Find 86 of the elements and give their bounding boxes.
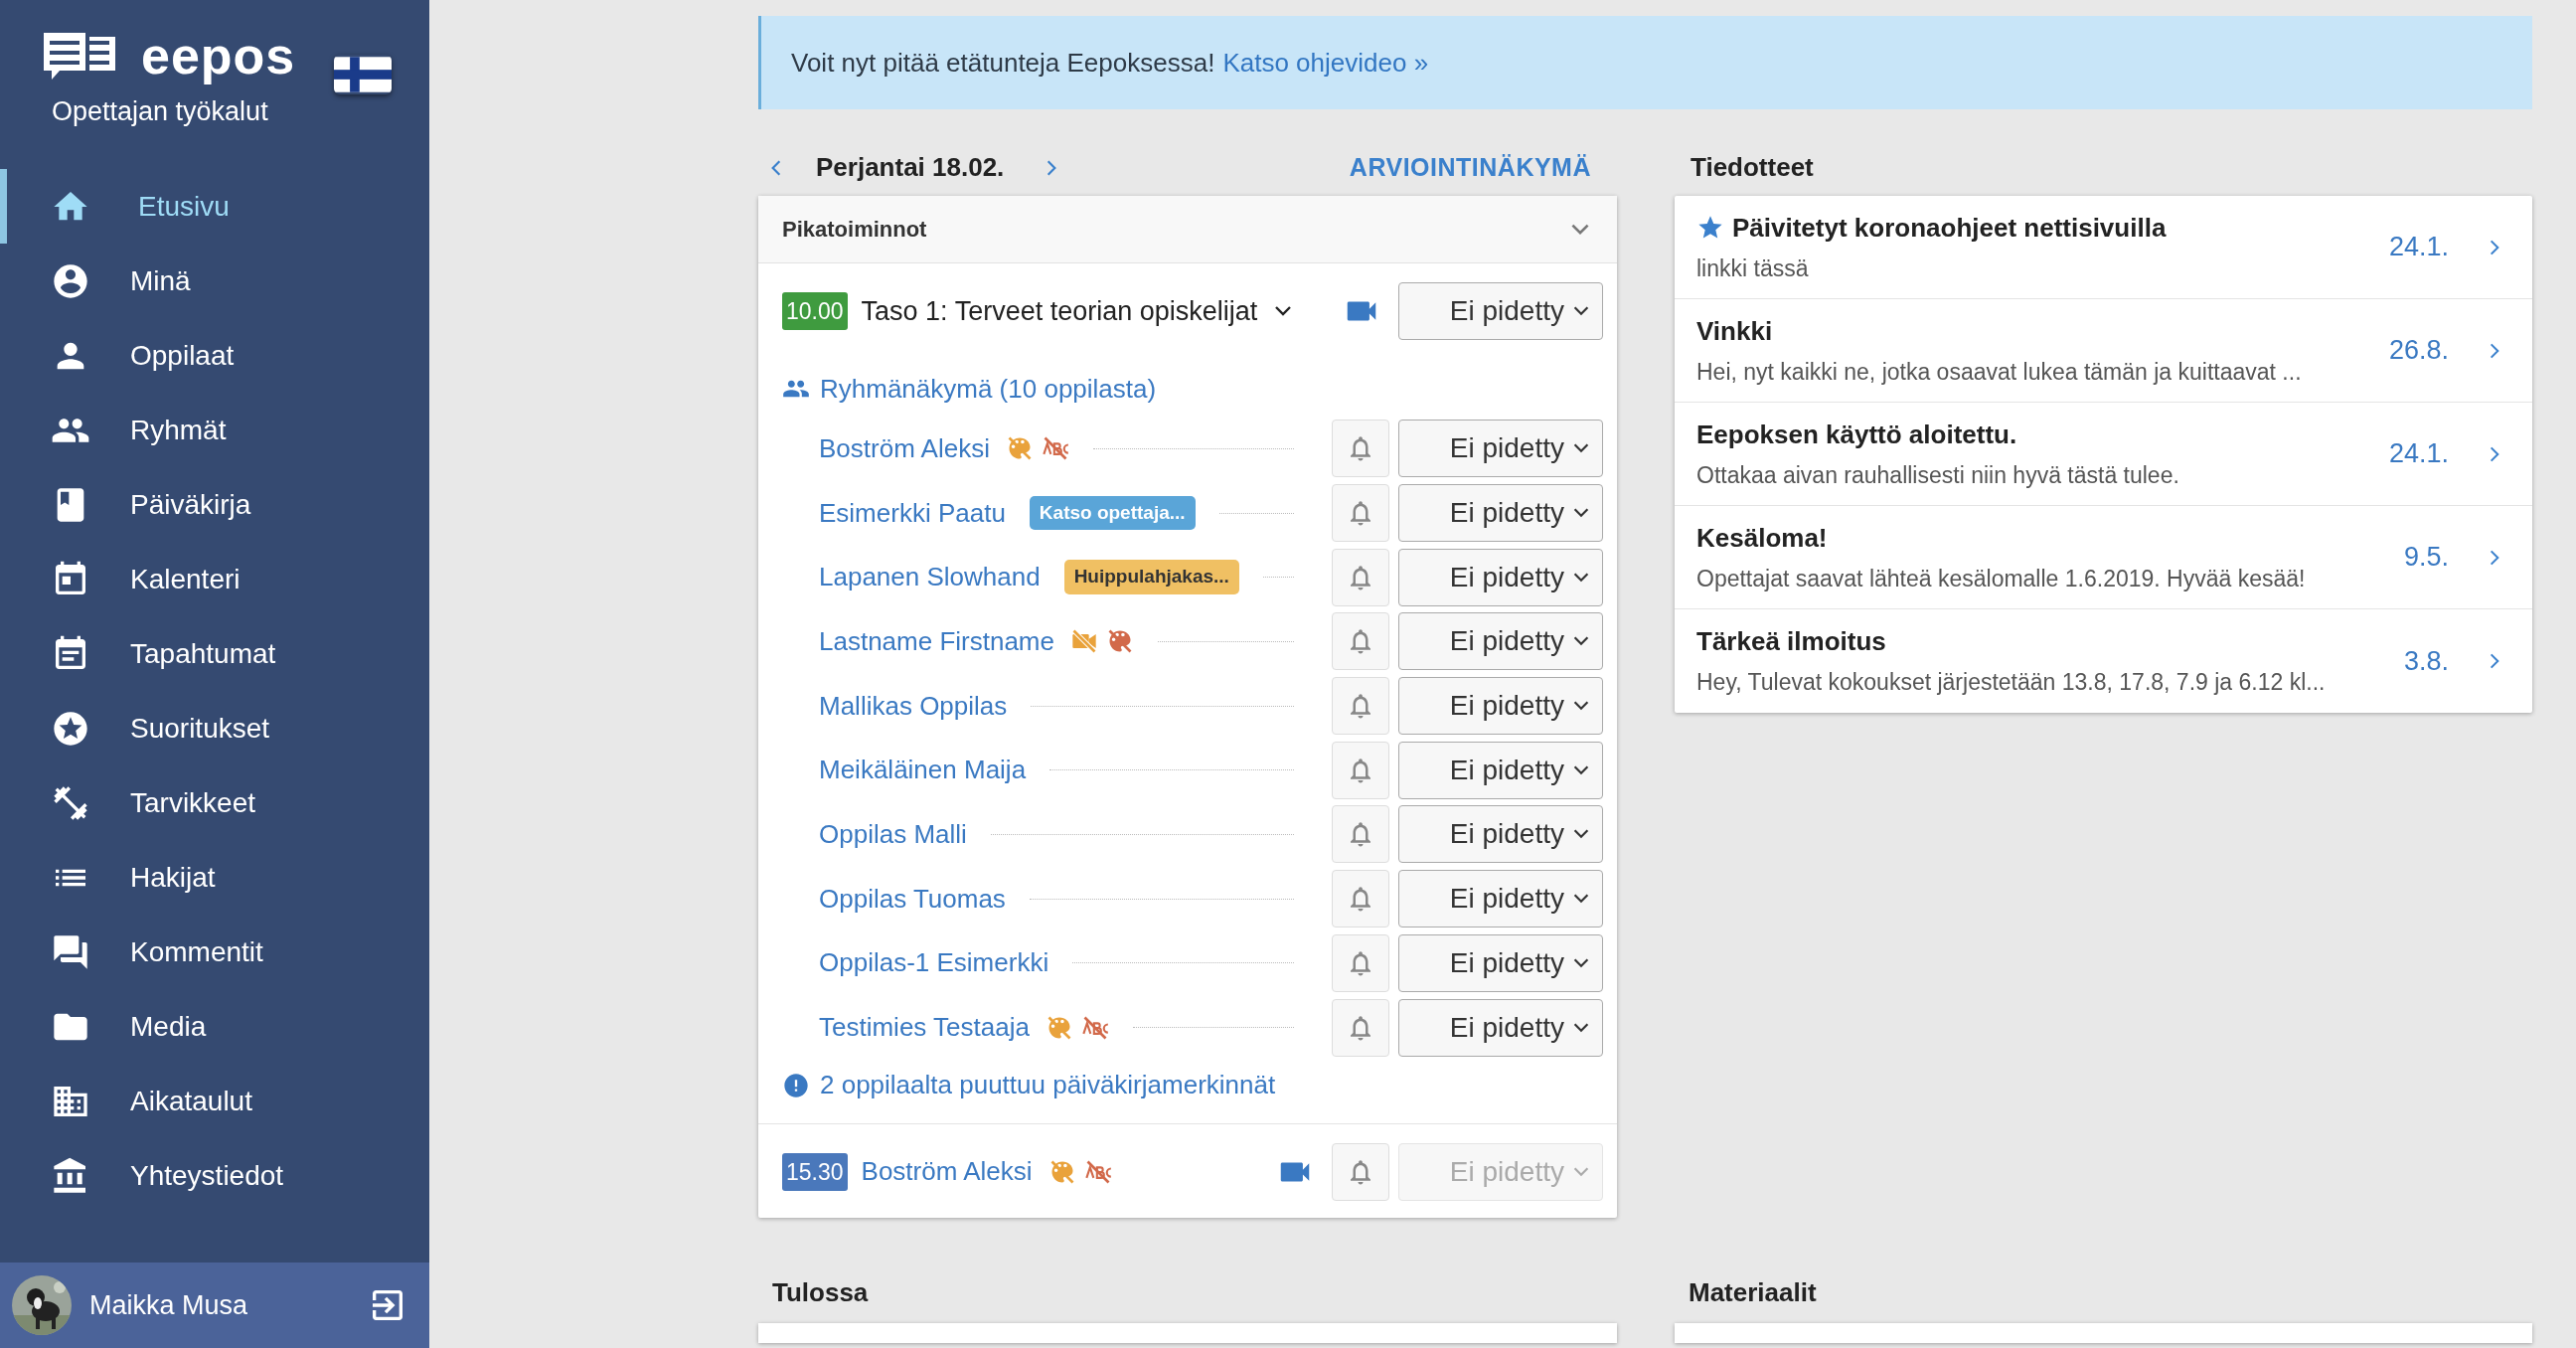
sidebar-item[interactable]: Media: [0, 989, 429, 1064]
app-subtitle: Opettajan työkalut: [52, 95, 269, 128]
student-tag: Katso opettaja...: [1029, 495, 1196, 531]
status-dropdown[interactable]: Ei pidetty: [1398, 870, 1603, 928]
section-title: Materiaalit: [1688, 1275, 1818, 1309]
announcement-date: 26.8.: [2388, 334, 2449, 368]
notify-button[interactable]: [1332, 805, 1389, 864]
announcement-date: 3.8.: [2403, 644, 2449, 678]
student-name[interactable]: Lastname Firstname: [819, 621, 1054, 661]
banner-text: Voit nyt pitää etätunteja Eepoksessa!: [791, 46, 1215, 80]
announcement-text: Ottakaa aivan rauhallisesti niin hyvä tästä tulee.: [1696, 460, 2179, 490]
status-dropdown[interactable]: Ei pidetty: [1398, 998, 1603, 1057]
notify-button[interactable]: [1332, 998, 1389, 1057]
announcement-text: Hei, nyt kaikki ne, jotka osaavat lukea tämän ja kuittaavat ...: [1696, 357, 2302, 387]
status-dropdown[interactable]: Ei pidetty: [1398, 282, 1603, 340]
sidebar-item[interactable]: Kalenteri: [0, 542, 429, 616]
notify-button[interactable]: [1332, 1142, 1389, 1201]
notify-button[interactable]: [1332, 870, 1389, 928]
student-tag: Huippulahjakas...: [1063, 560, 1239, 594]
time-badge: 10.00: [782, 291, 848, 331]
logo-icon: [42, 31, 117, 81]
announcement-title: Eepoksen käyttö aloitettu.: [1696, 418, 2017, 451]
status-dropdown[interactable]: Ei pidetty: [1398, 741, 1603, 799]
student-name[interactable]: Oppilas-1 Esimerkki: [819, 943, 1049, 983]
announcement-text: Opettajat saavat lähteä kesälomalle 1.6.2019. Hyvää kesää!: [1696, 564, 2306, 593]
sidebar-item[interactable]: Minä: [0, 244, 429, 318]
announcement-item[interactable]: Kesäloma! Opettajat saavat lähteä kesälomalle 1.6.2019. Hyvää kesää! 9.5.: [1675, 506, 2532, 609]
sidebar-item[interactable]: Tapahtumat: [0, 616, 429, 691]
announcement-title: Tärkeä ilmoitus: [1696, 625, 1886, 659]
announcement-date: 24.1.: [2388, 231, 2449, 264]
announcement-title: Päivitetyt koronaohjeet nettisivuilla: [1732, 211, 2167, 245]
sidebar-item[interactable]: Oppilaat: [0, 318, 429, 393]
status-dropdown[interactable]: Ei pidetty: [1398, 484, 1603, 543]
sidebar-item[interactable]: Aikataulut: [0, 1064, 429, 1138]
announcement-item[interactable]: Tärkeä ilmoitus Hey, Tulevat kokoukset järjestetään 13.8, 17.8, 7.9 ja 6.12 kl... 3.8.: [1675, 609, 2532, 713]
status-dropdown[interactable]: Ei pidetty: [1398, 420, 1603, 478]
notify-button[interactable]: [1332, 612, 1389, 671]
student-name[interactable]: Esimerkki Paatu: [819, 493, 1006, 533]
sidebar-item[interactable]: Tarvikkeet: [0, 765, 429, 840]
announcement-title: Kesäloma!: [1696, 521, 1828, 555]
status-dropdown[interactable]: Ei pidetty: [1398, 548, 1603, 606]
notify-button[interactable]: [1332, 420, 1389, 478]
student-name[interactable]: Lapanen Slowhand: [819, 558, 1041, 597]
student-name[interactable]: Boström Aleksi: [819, 428, 990, 468]
user-name: Maikka Musa: [89, 1288, 248, 1322]
student-name[interactable]: Mallikas Oppilas: [819, 686, 1008, 726]
notify-button[interactable]: [1332, 933, 1389, 992]
student-name[interactable]: Oppilas Malli: [819, 814, 967, 854]
lesson-title[interactable]: Taso 1: Terveet teorian opiskelijat: [861, 290, 1296, 332]
announcement-date: 9.5.: [2403, 541, 2449, 575]
finnish-flag-icon[interactable]: [334, 55, 392, 94]
section-title: Tulossa: [771, 1275, 870, 1309]
sidebar-item[interactable]: Päiväkirja: [0, 467, 429, 542]
student-name[interactable]: Testimies Testaaja: [819, 1008, 1030, 1048]
group-view-link[interactable]: Ryhmänäkymä (10 oppilasta): [820, 369, 1157, 409]
sidebar-item[interactable]: Suoritukset: [0, 691, 429, 765]
sidebar-item[interactable]: Kommentit: [0, 915, 429, 989]
student-name[interactable]: Meikäläinen Maija: [819, 751, 1027, 790]
section-title: Tiedotteet: [1690, 151, 1814, 184]
announcement-text: Hey, Tulevat kokoukset järjestetään 13.8, 17.8, 7.9 ja 6.12 kl...: [1696, 668, 2326, 698]
announcement-item[interactable]: Vinkki Hei, nyt kaikki ne, jotka osaavat lukea tämän ja kuittaavat ... 26.8.: [1675, 299, 2532, 403]
notify-button[interactable]: [1332, 548, 1389, 606]
card-title: Pikatoiminnot: [782, 216, 927, 244]
day-title: Perjantai 18.02.: [816, 151, 1005, 184]
sidebar-item[interactable]: Yhteystiedot: [0, 1138, 429, 1213]
announcement-date: 24.1.: [2388, 437, 2449, 471]
status-dropdown[interactable]: Ei pidetty: [1398, 805, 1603, 864]
video-link[interactable]: Katso ohjevideo »: [1222, 43, 1429, 83]
sidebar-item[interactable]: Ryhmät: [0, 393, 429, 467]
status-dropdown[interactable]: Ei pidetty: [1398, 677, 1603, 736]
announcement-item[interactable]: Päivitetyt koronaohjeet nettisivuilla linkki tässä 24.1.: [1675, 196, 2532, 299]
sidebar-item[interactable]: Hakijat: [0, 840, 429, 915]
notify-button[interactable]: [1332, 741, 1389, 799]
time-badge: 15.30: [782, 1152, 848, 1192]
status-dropdown[interactable]: Ei pidetty: [1398, 612, 1603, 671]
alert-icon: [782, 1071, 810, 1099]
announcement-item[interactable]: Eepoksen käyttö aloitettu. Ottakaa aivan rauhallisesti niin hyvä tästä tulee. 24.1.: [1675, 403, 2532, 506]
missing-entries-link[interactable]: 2 oppilaalta puuttuu päiväkirjamerkinnät: [820, 1066, 1276, 1105]
status-dropdown[interactable]: Ei pidetty: [1398, 933, 1603, 992]
sidebar-item[interactable]: Etusivu: [0, 169, 429, 244]
notify-button[interactable]: [1332, 677, 1389, 736]
leader-line: [1262, 577, 1294, 579]
announcement-title: Vinkki: [1696, 314, 1773, 348]
student-name[interactable]: Oppilas Tuomas: [819, 879, 1006, 919]
announcement-text: linkki tässä: [1696, 253, 1810, 283]
notify-button[interactable]: [1332, 484, 1389, 543]
